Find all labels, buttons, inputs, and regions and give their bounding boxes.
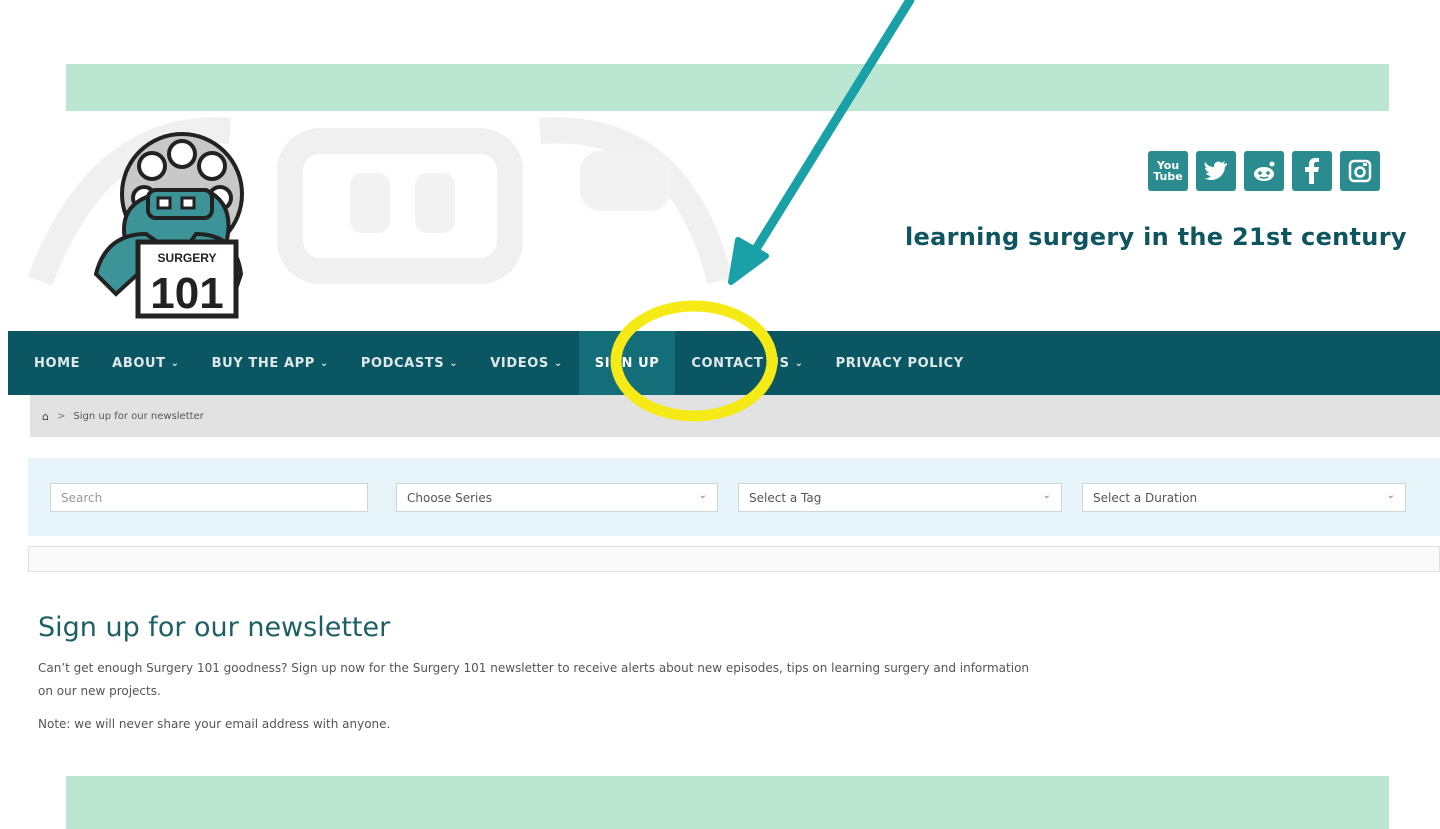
nav-item-podcasts[interactable]: PODCASTS ⌄ [345,331,474,395]
chevron-down-icon: ⌄ [319,357,329,369]
instagram-icon[interactable] [1340,151,1380,191]
nav-item-home[interactable]: HOME [8,331,96,395]
bottom-highlight-band [66,776,1389,829]
tag-select[interactable]: Select a Tag ⌄ [738,483,1062,512]
series-select[interactable]: Choose Series ⌄ [396,483,718,512]
nav-item-sign-up[interactable]: SIGN UP [578,331,676,395]
duration-select-value: Select a Duration [1093,490,1198,505]
main-navigation: HOME ABOUT ⌄ BUY THE APP ⌄ PODCASTS ⌄ VIDEO… [8,331,1440,395]
page-title: Sign up for our newsletter [38,612,391,643]
site-tagline: learning surgery in the 21st century [905,223,1407,251]
social-links: You Tube [1148,151,1380,191]
chevron-down-icon: ⌄ [449,357,459,369]
home-icon[interactable]: ⌂ [42,410,49,423]
nav-label: CONTACT US [691,355,790,371]
nav-item-privacy-policy[interactable]: PRIVACY POLICY [820,331,980,395]
nav-label: HOME [34,355,81,371]
search-input[interactable]: Search [50,483,368,512]
nav-item-videos[interactable]: VIDEOS ⌄ [474,331,579,395]
results-bar [28,546,1440,572]
breadcrumb-current: Sign up for our newsletter [73,410,204,422]
nav-label: PRIVACY POLICY [835,355,964,371]
chevron-down-icon: ⌄ [698,490,707,501]
tag-select-value: Select a Tag [749,490,822,505]
youtube-icon[interactable]: You Tube [1148,151,1188,191]
nav-label: SIGN UP [594,355,660,371]
nav-item-contact-us[interactable]: CONTACT US ⌄ [675,331,819,395]
nav-label: ABOUT [112,355,166,371]
nav-item-about[interactable]: ABOUT ⌄ [96,331,195,395]
breadcrumb-separator: > [56,410,66,422]
top-highlight-band [66,64,1389,111]
facebook-icon[interactable] [1292,151,1332,191]
nav-label: BUY THE APP [211,355,315,371]
chevron-down-icon: ⌄ [553,357,563,369]
nav-label: VIDEOS [490,355,549,371]
episode-filter-bar: Search Choose Series ⌄ Select a Tag ⌄ Sele… [28,458,1440,536]
logo-text-bottom: 101 [150,269,223,318]
chevron-down-icon: ⌄ [794,357,804,369]
chevron-down-icon: ⌄ [1386,490,1395,501]
twitter-icon[interactable] [1196,151,1236,191]
logo-text-top: SURGERY [158,251,217,265]
page-content: Sign up for our newsletter Can’t get eno… [38,612,1418,746]
chevron-down-icon: ⌄ [170,357,180,369]
breadcrumb: ⌂ > Sign up for our newsletter [30,395,1440,437]
nav-item-buy-the-app[interactable]: BUY THE APP ⌄ [196,331,345,395]
chevron-down-icon: ⌄ [1042,490,1051,501]
intro-paragraph: Can’t get enough Surgery 101 goodness? S… [38,661,1030,698]
series-select-value: Choose Series [407,490,493,505]
reddit-icon[interactable] [1244,151,1284,191]
surgery-101-logo[interactable]: SURGERY 101 [86,124,246,320]
nav-label: PODCASTS [360,355,445,371]
search-placeholder: Search [61,490,103,505]
duration-select[interactable]: Select a Duration ⌄ [1082,483,1406,512]
privacy-note: Note: we will never share your email add… [38,717,391,731]
